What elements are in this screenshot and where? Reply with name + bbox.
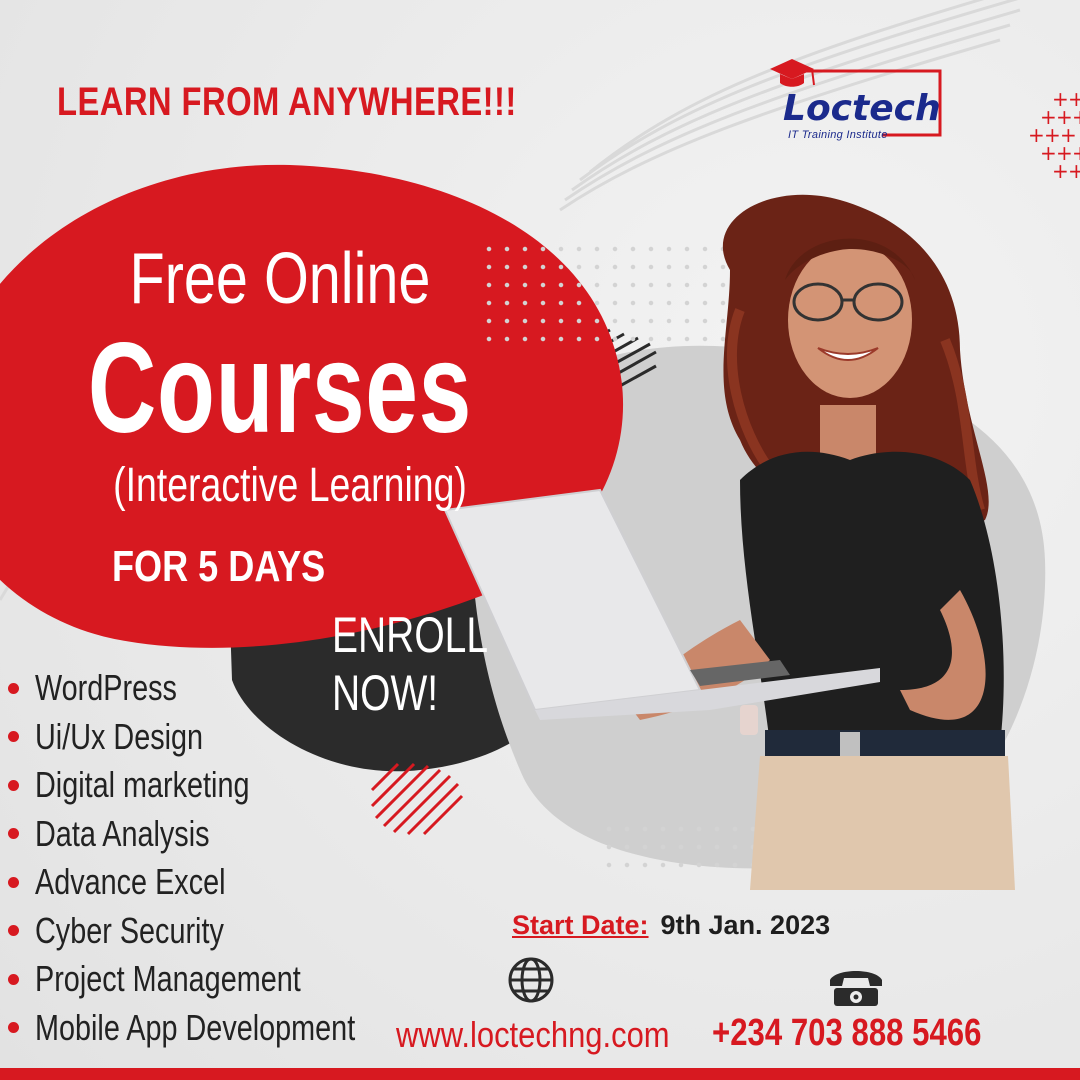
bullet-icon [8,828,19,840]
svg-text:+: + [1068,159,1080,183]
telephone-icon [830,971,882,1006]
bullet-icon [8,731,19,743]
course-list: WordPress Ui/Ux Design Digital marketing… [8,664,435,1052]
bullet-icon [8,925,19,937]
globe-icon [508,957,554,1003]
list-item: Mobile App Development [8,1004,435,1053]
list-item: Data Analysis [8,810,435,859]
graduation-cap-icon [770,59,815,87]
bullet-icon [8,1022,19,1034]
list-item: Advance Excel [8,858,435,907]
enroll-cta-line1: ENROLL [332,607,489,663]
course-label: Advance Excel [35,861,226,903]
start-date: Start Date: 9th Jan. 2023 [512,910,830,941]
list-item: Digital marketing [8,761,435,810]
course-label: Project Management [35,958,301,1000]
hero-title-line2: Courses [87,317,473,460]
course-label: Cyber Security [35,909,224,951]
hero-title-line1: Free Online [129,239,431,319]
logo-tagline: IT Training Institute [788,129,888,141]
list-item: Ui/Ux Design [8,713,435,762]
course-label: Digital marketing [35,764,250,806]
duration-text: FOR 5 DAYS [112,542,326,591]
course-label: Mobile App Development [35,1006,356,1048]
hero-subtitle: (Interactive Learning) [113,459,467,512]
bullet-icon [8,682,19,694]
plus-pattern: ++ +++ +++ +++ ++ [1028,87,1080,183]
course-label: Ui/Ux Design [35,715,204,757]
bullet-icon [8,779,19,791]
start-date-label: Start Date: [512,910,649,940]
list-item: Cyber Security [8,907,435,956]
start-date-value: 9th Jan. 2023 [660,910,831,940]
website-link[interactable]: www.loctechng.com [396,1014,670,1056]
list-item: WordPress [8,664,435,713]
headline: LEARN FROM ANYWHERE!!! [57,80,517,124]
svg-text:+: + [1052,159,1069,183]
course-label: Data Analysis [35,812,210,854]
course-label: WordPress [35,667,177,709]
phone-number[interactable]: +234 703 888 5466 [712,1012,981,1055]
person-with-laptop-image [443,194,1015,890]
bullet-icon [8,973,19,985]
flyer: ++ +++ +++ +++ ++ [0,0,1080,1080]
bullet-icon [8,876,19,888]
bottom-border [0,1068,1080,1080]
logo-name: Loctech [783,88,941,129]
list-item: Project Management [8,955,435,1004]
